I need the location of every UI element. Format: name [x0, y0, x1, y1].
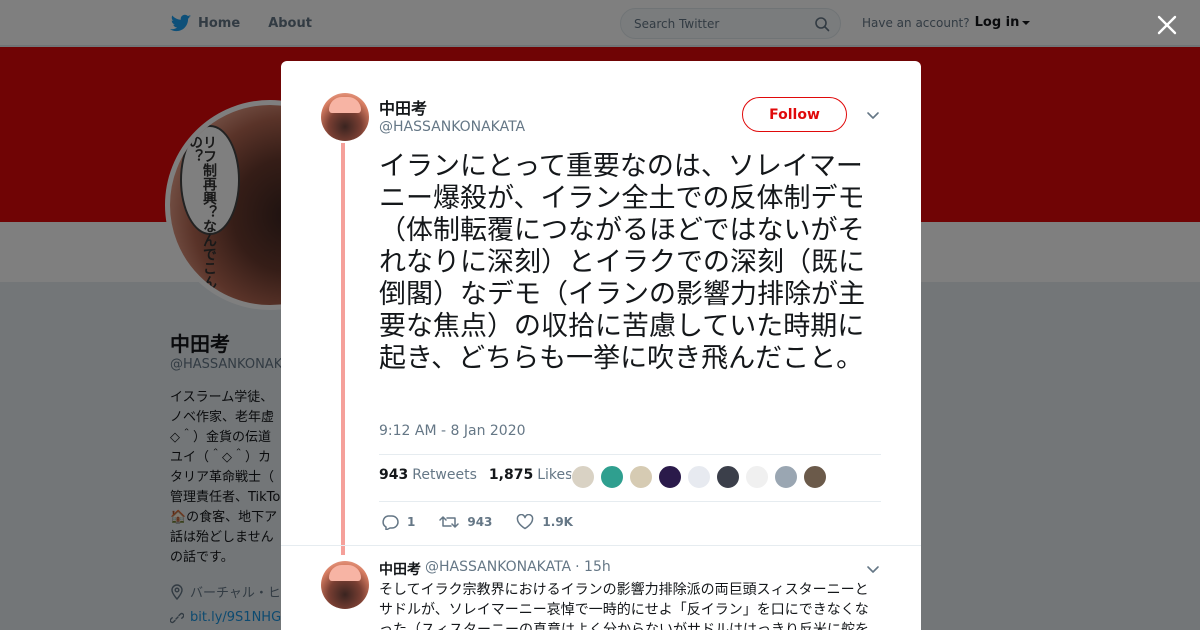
tweet-timestamp[interactable]: 9:12 AM - 8 Jan 2020: [379, 423, 526, 439]
liker-avatar[interactable]: [571, 465, 595, 489]
divider: [379, 501, 881, 502]
retweets-label: Retweets: [412, 467, 477, 483]
chevron-down-icon[interactable]: [866, 563, 880, 577]
divider: [281, 545, 921, 546]
reply-time[interactable]: · 15h: [575, 559, 611, 579]
retweets-stat[interactable]: 943 Retweets: [379, 467, 477, 483]
reply-icon: [382, 515, 399, 530]
liker-avatar[interactable]: [658, 465, 682, 489]
tweet-actions: 1 943 1.9K: [381, 514, 597, 530]
reply-count: 1: [407, 515, 416, 529]
author-name[interactable]: 中田考: [379, 95, 427, 119]
reply-author-avatar[interactable]: [321, 561, 369, 609]
retweet-count: 943: [467, 515, 493, 529]
retweets-count: 943: [379, 467, 409, 483]
reply-button[interactable]: 1: [381, 514, 415, 530]
close-icon[interactable]: [1154, 12, 1180, 38]
author-handle[interactable]: @HASSANKONAKATA: [379, 119, 525, 135]
tweet-text: イランにとって重要なのは、ソレイマーニー爆殺が、イラン全土での反体制デモ（体制転…: [379, 151, 865, 374]
likes-stat[interactable]: 1,875 Likes: [489, 467, 573, 483]
tweet-modal: 中田考 @HASSANKONAKATA Follow イランにとって重要なのは、…: [281, 61, 921, 630]
heart-icon: [517, 514, 534, 530]
thread-line: [341, 143, 345, 555]
likes-label: Likes: [537, 467, 573, 483]
retweet-icon: [439, 516, 460, 528]
reply-author-name[interactable]: 中田考: [379, 559, 421, 579]
liker-avatar[interactable]: [716, 465, 740, 489]
chevron-down-icon[interactable]: [866, 109, 880, 123]
liker-avatar[interactable]: [687, 465, 711, 489]
reply-header: 中田考 @HASSANKONAKATA · 15h: [379, 559, 611, 579]
reply-text: そしてイラク宗教界におけるイランの影響力排除派の両巨頭スィスターニーとサドルが、…: [379, 582, 869, 630]
reply-author-handle[interactable]: @HASSANKONAKATA: [425, 559, 571, 579]
follow-button[interactable]: Follow: [742, 97, 847, 132]
retweet-button[interactable]: 943: [439, 514, 492, 530]
author-avatar[interactable]: [321, 93, 369, 141]
liker-avatar[interactable]: [629, 465, 653, 489]
liker-avatar[interactable]: [745, 465, 769, 489]
like-count: 1.9K: [542, 515, 573, 529]
liker-avatar[interactable]: [600, 465, 624, 489]
likers-avatars: [571, 465, 832, 489]
like-button[interactable]: 1.9K: [516, 514, 573, 530]
divider: [379, 454, 881, 455]
liker-avatar[interactable]: [774, 465, 798, 489]
liker-avatar[interactable]: [803, 465, 827, 489]
likes-count: 1,875: [488, 467, 534, 483]
tweet-stats: 943 Retweets 1,875 Likes: [379, 467, 584, 483]
